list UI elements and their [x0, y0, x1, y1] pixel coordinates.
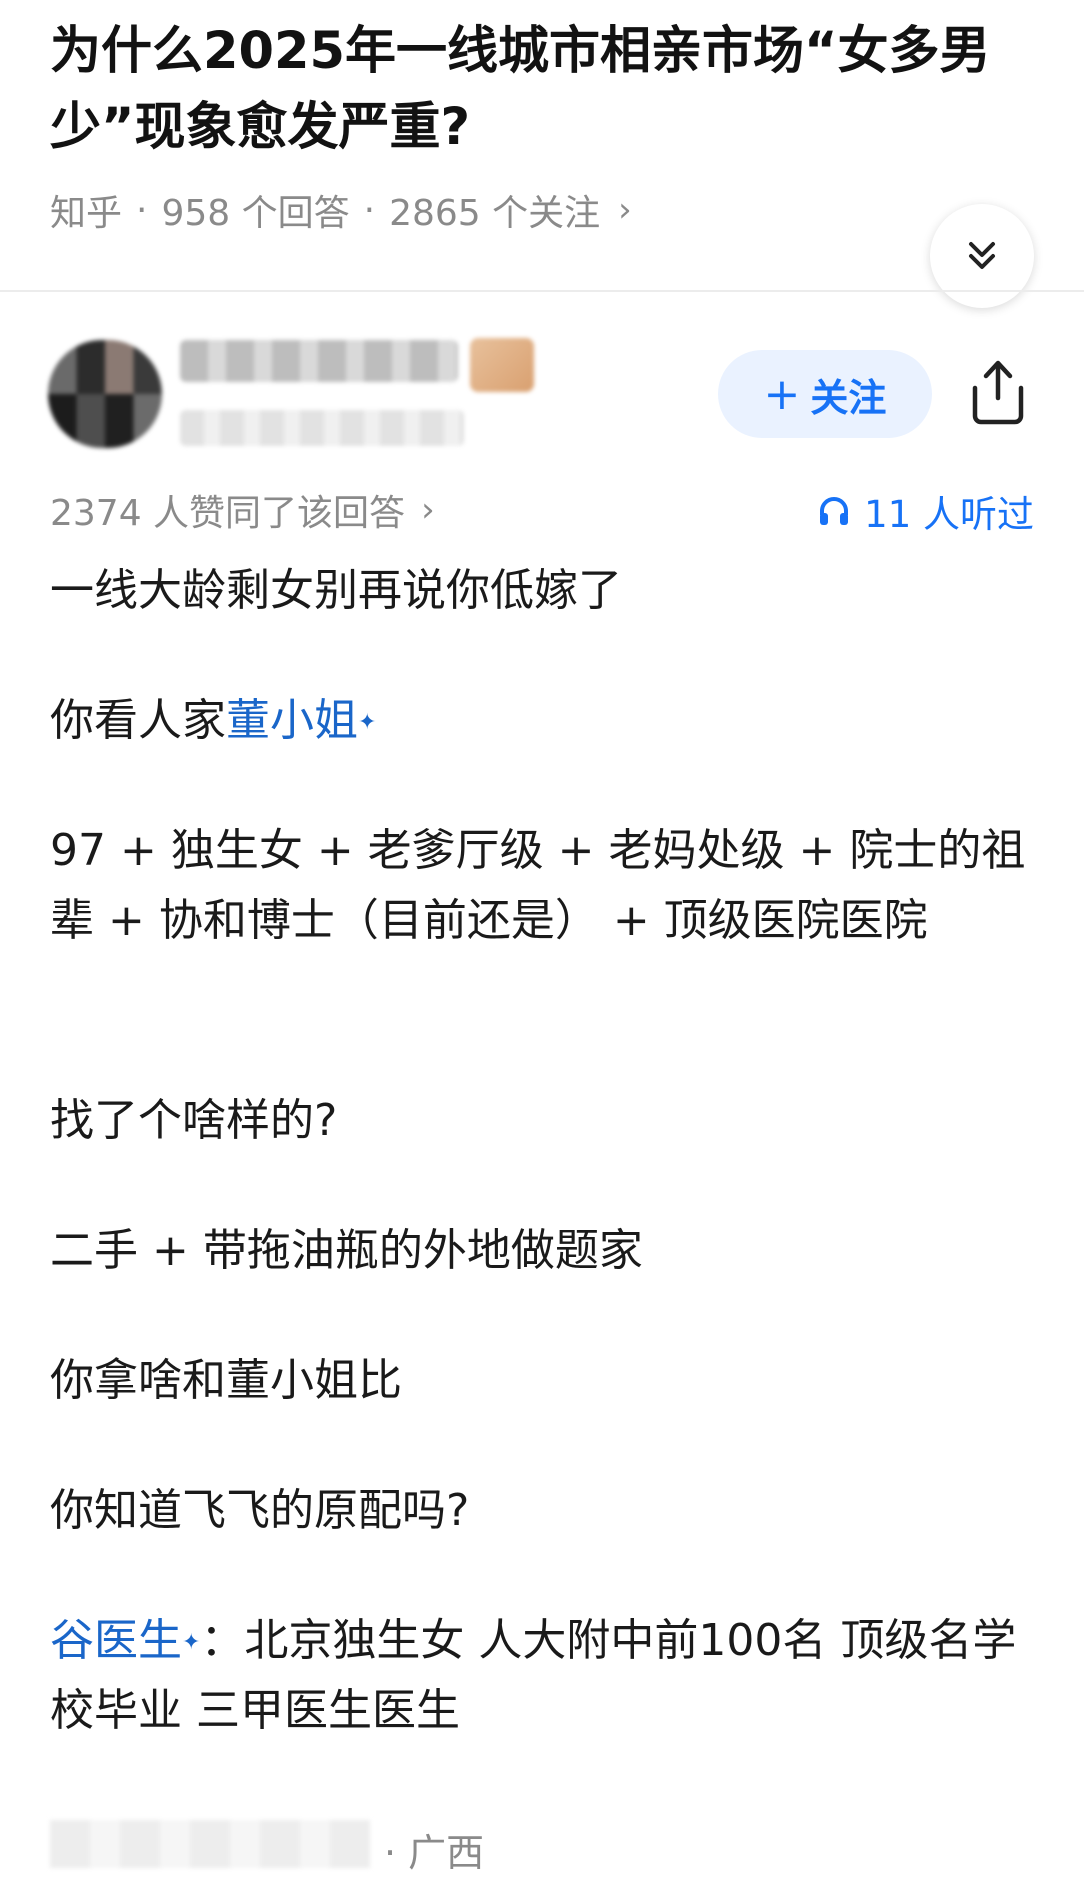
double-chevron-down-icon	[969, 242, 995, 269]
chevron-right-icon: ›	[421, 490, 435, 530]
plus-icon: +	[763, 368, 801, 420]
answer-page: 为什么2025年一线城市相亲市场“女多男少”现象愈发严重? 知乎 · 958 个…	[0, 0, 1084, 1879]
entity-link-dong[interactable]: 董小姐	[226, 695, 358, 746]
listen-label: 11 人听过	[864, 493, 1034, 536]
upvote-label: 2374 人赞同了该回答	[50, 493, 406, 534]
follower-count: 2865 个关注	[389, 193, 601, 234]
question-meta[interactable]: 知乎 · 958 个回答 · 2865 个关注 ›	[50, 184, 632, 236]
follow-label: 关注	[810, 375, 887, 420]
upvote-count[interactable]: 2374 人赞同了该回答 ›	[50, 484, 435, 536]
source-label: 知乎	[50, 193, 123, 234]
collapse-button[interactable]	[930, 204, 1034, 308]
paragraph-text: 你看人家	[50, 695, 226, 746]
answer-paragraph: 找了个啥样的?	[50, 1095, 338, 1146]
answer-paragraph: 97 + 独生女 + 老爹厅级 + 老妈处级 + 院士的祖辈 + 协和博士（目前…	[50, 825, 1026, 946]
answer-paragraph: 你看人家董小姐✦	[50, 686, 376, 756]
redacted-footer	[50, 1820, 370, 1868]
answer-count: 958 个回答	[161, 193, 350, 234]
headphones-icon	[820, 497, 849, 525]
listen-count[interactable]: 11 人听过	[818, 484, 1034, 538]
entity-link-gu[interactable]: 谷医生	[50, 1615, 182, 1666]
meta-separator: ·	[136, 189, 148, 231]
link-marker-icon: ✦	[182, 1630, 201, 1655]
share-button[interactable]	[966, 356, 1030, 428]
answer-paragraph: 一线大龄剩女别再说你低嫁了	[50, 565, 622, 616]
answer-paragraph: 谷医生✦：北京独生女 人大附中前100名 顶级名学校毕业 三甲医生医生	[50, 1606, 1040, 1746]
share-icon	[972, 360, 1024, 425]
author-badge	[470, 338, 534, 392]
avatar[interactable]	[48, 340, 162, 448]
question-title[interactable]: 为什么2025年一线城市相亲市场“女多男少”现象愈发严重?	[50, 14, 1010, 166]
follow-button[interactable]: + 关注	[718, 350, 932, 438]
answer-paragraph: 你拿啥和董小姐比	[50, 1355, 402, 1406]
author-headline-redacted	[180, 410, 464, 446]
ip-location: · 广西	[384, 1831, 485, 1875]
answer-paragraph: 你知道飞飞的原配吗?	[50, 1485, 470, 1536]
divider	[0, 290, 1084, 292]
meta-separator: ·	[363, 189, 376, 231]
author-name-redacted[interactable]	[180, 340, 458, 382]
link-marker-icon: ✦	[358, 710, 377, 735]
chevron-right-icon: ›	[618, 190, 632, 230]
answer-paragraph: 二手 + 带拖油瓶的外地做题家	[50, 1225, 643, 1276]
